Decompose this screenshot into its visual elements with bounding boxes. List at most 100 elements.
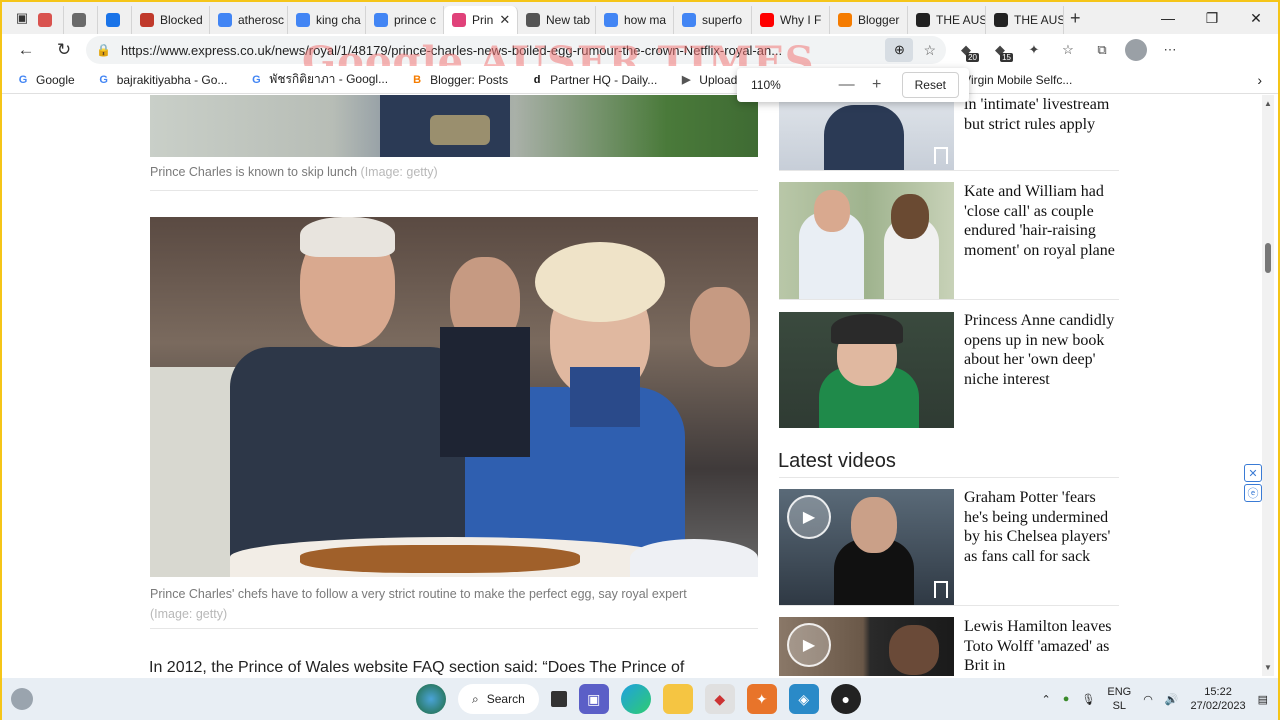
latest-videos-heading: Latest videos (778, 450, 896, 472)
favorites-icon[interactable]: ☆ (1054, 36, 1082, 64)
collections-icon[interactable]: ⧉ (1088, 36, 1116, 64)
video-1-title[interactable]: Graham Potter 'fears he's being undermin… (964, 488, 1119, 566)
start-orb-icon[interactable] (416, 684, 446, 714)
language-indicator[interactable]: ENG SL (1107, 685, 1131, 713)
volume-icon[interactable]: 🔊 (1165, 693, 1179, 706)
extension-badge-2: 15 (1000, 53, 1013, 62)
address-bar[interactable]: 🔒 https://www.express.co.uk/news/royal/1… (86, 36, 946, 64)
browser-tab[interactable] (98, 6, 132, 34)
refresh-icon[interactable]: ↻ (48, 36, 80, 64)
caption-2-credit: (Image: getty) (150, 607, 228, 621)
tray-app-icon[interactable]: ● (1063, 693, 1070, 705)
scroll-down-icon[interactable]: ▼ (1264, 663, 1272, 672)
bookmark-item[interactable]: Gbajrakitiyabha - Go... (97, 73, 227, 87)
sidebar-close-icon[interactable]: ✕ (1244, 464, 1262, 482)
sidebar-thumb-2[interactable] (779, 312, 954, 428)
browser-tab[interactable]: how ma (596, 6, 674, 34)
app-icon-2[interactable]: ✦ (746, 684, 777, 714)
bookmark-favicon-icon: G (99, 73, 108, 86)
bookmark-item[interactable]: G Google (16, 73, 75, 87)
back-icon[interactable]: ← (10, 36, 42, 64)
more-menu-icon[interactable]: ⋯ (1156, 36, 1184, 64)
video-thumb-2[interactable]: ▶ (779, 617, 954, 676)
browser-tab[interactable]: superfo (674, 6, 752, 34)
zoom-icon[interactable]: ⊕ (885, 38, 914, 62)
scrollbar-thumb[interactable] (1265, 243, 1271, 273)
bookmark-favicon-icon: G (252, 73, 261, 86)
restore-icon[interactable]: ❐ (1190, 2, 1234, 34)
browser-tab[interactable]: Why I F (752, 6, 830, 34)
article-photo-top (150, 95, 758, 157)
browser-tab[interactable]: New tab (518, 6, 596, 34)
browser-tab[interactable]: Prin ✕ (444, 6, 518, 34)
file-explorer-icon[interactable] (662, 684, 693, 714)
close-window-icon[interactable]: ✕ (1234, 2, 1278, 34)
teams-chat-icon[interactable]: ▣ (578, 684, 609, 714)
video-2-title[interactable]: Lewis Hamilton leaves Toto Wolff 'amazed… (964, 617, 1119, 676)
minimize-icon[interactable]: — (1146, 2, 1190, 34)
profile-avatar[interactable] (1122, 36, 1150, 64)
browser-tab[interactable]: THE AUS (986, 6, 1064, 34)
extension-icon-2[interactable]: ◆ 15 (986, 36, 1014, 64)
chevron-up-icon[interactable]: ⌃ (1042, 693, 1051, 706)
wifi-icon[interactable]: ◠ (1143, 693, 1153, 706)
browser-tab[interactable]: atherosc (210, 6, 288, 34)
play-icon[interactable]: ▶ (787, 623, 831, 667)
sidebar-story-1-title[interactable]: Kate and William had 'close call' as cou… (964, 182, 1119, 260)
sidebar-extension-icon[interactable]: ⓔ (1244, 484, 1262, 502)
scroll-up-icon[interactable]: ▲ (1264, 99, 1272, 108)
new-tab-icon[interactable]: + (1070, 8, 1081, 29)
play-icon[interactable]: ▶ (787, 495, 831, 539)
edge-browser-icon[interactable] (620, 684, 651, 714)
bookmark-label: Partner HQ - Daily... (550, 72, 658, 87)
zoom-level: 110% (751, 78, 781, 92)
zoom-out-button[interactable]: — (832, 76, 862, 94)
lang-code: ENG (1107, 686, 1132, 698)
bookmark-item[interactable]: G พัชรกิติยาภา - Googl... (249, 70, 388, 89)
browser-tab[interactable] (64, 6, 98, 34)
app-icon-4[interactable]: ● (830, 684, 861, 714)
browser-tab[interactable]: king cha (288, 6, 366, 34)
clock-date: 27/02/2023 (1190, 700, 1246, 712)
bookmark-icon[interactable] (934, 147, 948, 164)
browser-tab[interactable]: Blocked (132, 6, 210, 34)
task-view-icon[interactable] (550, 691, 567, 707)
tab-label: superfo (702, 13, 743, 27)
workspaces-icon[interactable]: ▣ (14, 10, 30, 26)
extensions-puzzle-icon[interactable]: ✦ (1020, 36, 1048, 64)
zoom-in-button[interactable]: + (862, 76, 892, 94)
sidebar-story-2-title[interactable]: Princess Anne candidly opens up in new b… (964, 311, 1119, 389)
app-icon-3[interactable]: ◈ (788, 684, 819, 714)
vertical-scrollbar[interactable]: ▲ ▼ (1262, 95, 1274, 676)
bookmark-item[interactable]: B Blogger: Posts (410, 73, 508, 87)
bookmark-favicon-icon: B (413, 73, 422, 86)
microphone-icon[interactable]: 🎙 (1081, 693, 1095, 706)
tab-favicon-icon (38, 13, 52, 27)
browser-tab[interactable]: Blogger (830, 6, 908, 34)
photo-caption-2: Prince Charles' chefs have to follow a v… (150, 584, 750, 624)
sidebar-thumb-top[interactable] (779, 95, 954, 170)
browser-tab[interactable]: THE AUS (908, 6, 986, 34)
lock-icon[interactable]: 🔒 (96, 43, 111, 57)
clock[interactable]: 15:22 27/02/2023 (1191, 685, 1246, 713)
video-thumb-1[interactable]: ▶ (779, 489, 954, 605)
tab-favicon-icon (604, 13, 618, 27)
taskbar-search[interactable]: ⌕ Search (458, 684, 539, 714)
notifications-icon[interactable]: ▤ (1258, 693, 1268, 706)
close-tab-icon[interactable]: ✕ (499, 12, 510, 28)
bookmark-item[interactable]: d Partner HQ - Daily... (530, 72, 658, 87)
more-bookmarks-chevron-icon[interactable]: › (1257, 72, 1262, 88)
favorite-star-icon[interactable]: ☆ (923, 42, 936, 59)
bookmark-icon[interactable] (934, 581, 948, 598)
tab-favicon-icon (838, 13, 852, 27)
browser-tab[interactable] (30, 6, 64, 34)
sidebar-thumb-1[interactable] (779, 182, 954, 299)
app-icon-1[interactable]: ◆ (704, 684, 735, 714)
divider (779, 170, 1119, 171)
browser-tab[interactable]: prince c (366, 6, 444, 34)
extension-icon-1[interactable]: ◆ 20 (952, 36, 980, 64)
widgets-icon[interactable] (2, 688, 42, 710)
zoom-reset-button[interactable]: Reset (901, 72, 959, 98)
sidebar-story-top-title[interactable]: in 'intimate' livestream but strict rule… (964, 95, 1119, 134)
windows-taskbar: ⌕ Search ▣ ◆ ✦ ◈ ● ⌃ ● 🎙 ENG SL ◠ 🔊 15:2… (2, 678, 1278, 720)
